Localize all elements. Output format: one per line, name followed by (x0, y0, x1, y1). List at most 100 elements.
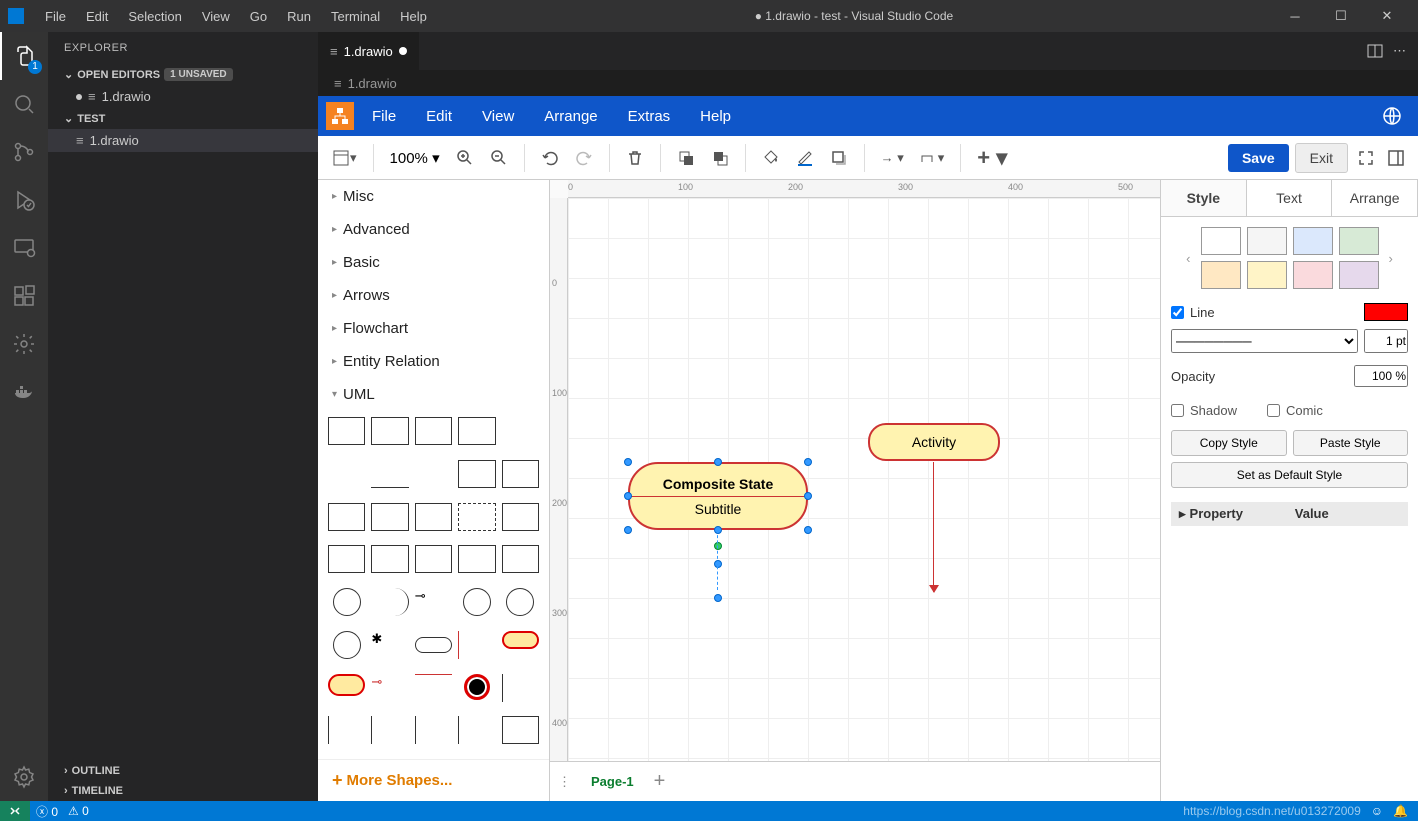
selection-handle[interactable] (714, 526, 722, 534)
drawio-menu-help[interactable]: Help (688, 102, 743, 131)
menu-file[interactable]: File (36, 5, 75, 28)
selection-handle[interactable] (804, 458, 812, 466)
shape-thumb[interactable] (463, 588, 491, 616)
errors-button[interactable]: ⓧ 0 (36, 803, 58, 820)
redo-icon[interactable] (571, 145, 597, 171)
canvas[interactable]: Composite State Subtitle (568, 198, 1160, 761)
selection-handle[interactable] (804, 526, 812, 534)
menu-view[interactable]: View (193, 5, 239, 28)
connection-icon[interactable]: → ▾ (877, 146, 908, 170)
shape-thumb[interactable] (333, 631, 361, 659)
open-editors-section[interactable]: ⌄ OPEN EDITORS 1 UNSAVED (48, 64, 318, 85)
category-arrows[interactable]: ▸Arrows (318, 279, 549, 312)
zoom-level[interactable]: 100% ▾ (386, 149, 444, 167)
shape-thumb[interactable] (458, 417, 495, 445)
shape-thumb[interactable] (328, 674, 365, 696)
menu-edit[interactable]: Edit (77, 5, 117, 28)
shape-thumb[interactable] (328, 716, 365, 744)
shape-thumb[interactable] (328, 417, 365, 445)
shape-thumb[interactable] (502, 460, 539, 488)
close-button[interactable]: ✕ (1364, 0, 1410, 32)
view-dropdown[interactable]: ▾ (328, 145, 361, 171)
settings-icon[interactable] (0, 753, 48, 801)
testing-icon[interactable] (0, 320, 48, 368)
shape-thumb[interactable] (333, 588, 361, 616)
activity-node[interactable]: Activity (868, 423, 1000, 461)
fill-swatch[interactable] (1339, 261, 1379, 289)
source-control-icon[interactable] (0, 128, 48, 176)
swatch-prev-icon[interactable]: ‹ (1182, 251, 1194, 266)
selection-handle[interactable] (624, 526, 632, 534)
notifications-icon[interactable]: 🔔 (1393, 804, 1408, 818)
shape-thumb[interactable] (502, 545, 539, 573)
explorer-icon[interactable]: 1 (0, 32, 48, 80)
shape-thumb[interactable] (502, 631, 539, 649)
shape-thumb[interactable] (371, 588, 408, 616)
editor-tab[interactable]: ≡ 1.drawio (318, 32, 420, 70)
remote-button[interactable] (0, 801, 30, 821)
menu-run[interactable]: Run (278, 5, 320, 28)
docker-icon[interactable] (0, 368, 48, 416)
feedback-icon[interactable]: ☺ (1371, 804, 1383, 818)
shape-thumb[interactable] (328, 460, 365, 488)
insert-icon[interactable]: + ▾ (973, 141, 1011, 175)
line-color-icon[interactable] (792, 145, 818, 171)
fill-swatch[interactable] (1247, 261, 1287, 289)
minimize-button[interactable]: ─ (1272, 0, 1318, 32)
line-width-input[interactable] (1364, 329, 1408, 353)
exit-button[interactable]: Exit (1295, 143, 1348, 173)
selection-handle[interactable] (714, 458, 722, 466)
shape-thumb[interactable] (502, 716, 539, 744)
line-color-swatch[interactable] (1364, 303, 1408, 321)
delete-icon[interactable] (622, 145, 648, 171)
remote-explorer-icon[interactable] (0, 224, 48, 272)
shape-thumb[interactable] (371, 503, 408, 531)
property-header[interactable]: ▸ Property Value (1171, 502, 1408, 526)
menu-help[interactable]: Help (391, 5, 436, 28)
shape-thumb[interactable] (371, 460, 408, 488)
selection-handle[interactable] (624, 458, 632, 466)
to-back-icon[interactable] (707, 145, 733, 171)
shape-thumb[interactable] (458, 503, 495, 531)
drawio-menu-extras[interactable]: Extras (616, 102, 683, 131)
shape-thumb[interactable] (464, 674, 490, 700)
shape-thumb[interactable] (415, 545, 452, 573)
page-menu-icon[interactable]: ⋮ (558, 774, 571, 790)
shape-thumb[interactable] (415, 637, 452, 653)
shape-thumb[interactable] (502, 503, 539, 531)
shape-thumb[interactable] (458, 460, 495, 488)
shape-thumb[interactable] (371, 716, 408, 744)
outline-section[interactable]: › OUTLINE (48, 761, 318, 781)
warnings-button[interactable]: ⚠ 0 (68, 804, 89, 818)
open-editor-item[interactable]: ≡ 1.drawio (48, 85, 318, 108)
swatch-next-icon[interactable]: › (1385, 251, 1397, 266)
fill-swatch[interactable] (1201, 261, 1241, 289)
selection-handle[interactable] (624, 492, 632, 500)
shape-thumb[interactable] (415, 674, 452, 702)
set-default-style-button[interactable]: Set as Default Style (1171, 462, 1408, 488)
tab-style[interactable]: Style (1161, 180, 1247, 216)
add-page-button[interactable]: + (654, 770, 666, 793)
category-misc[interactable]: ▸Misc (318, 180, 549, 213)
waypoints-icon[interactable]: ▾ (916, 146, 949, 170)
line-checkbox[interactable] (1171, 306, 1184, 319)
extensions-icon[interactable] (0, 272, 48, 320)
shape-thumb[interactable] (415, 417, 452, 445)
run-debug-icon[interactable] (0, 176, 48, 224)
more-icon[interactable]: ⋯ (1393, 43, 1406, 59)
category-entity-relation[interactable]: ▸Entity Relation (318, 345, 549, 378)
to-front-icon[interactable] (673, 145, 699, 171)
search-icon[interactable] (0, 80, 48, 128)
line-style-select[interactable]: ──────── (1171, 329, 1358, 353)
rotate-handle[interactable] (714, 542, 722, 550)
more-shapes-button[interactable]: + More Shapes... (318, 759, 549, 801)
shape-thumb[interactable] (415, 716, 452, 744)
timeline-section[interactable]: › TIMELINE (48, 781, 318, 801)
fill-swatch[interactable] (1293, 261, 1333, 289)
menu-go[interactable]: Go (241, 5, 276, 28)
activity-arrow[interactable] (933, 462, 934, 592)
language-icon[interactable] (1382, 106, 1402, 126)
shadow-icon[interactable] (826, 145, 852, 171)
category-basic[interactable]: ▸Basic (318, 246, 549, 279)
save-button[interactable]: Save (1228, 144, 1289, 172)
